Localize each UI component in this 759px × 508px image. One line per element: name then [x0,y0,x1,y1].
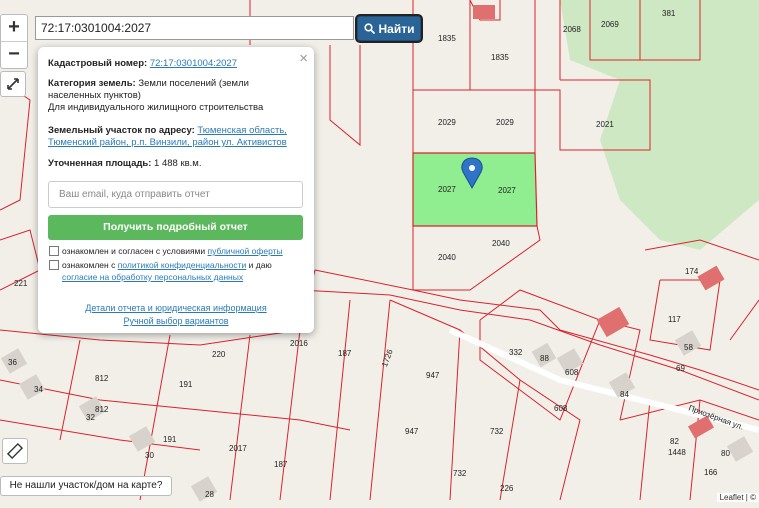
parcel-label: 2069 [601,20,619,29]
parcel-label: 2017 [229,444,247,453]
parcel-label: 28 [205,490,214,499]
offer-checkbox[interactable] [49,246,59,256]
address-row: Земельный участок по адресу: Тюменская о… [48,125,298,149]
parcel-label: 226 [500,484,514,493]
parcel-label: 2029 [438,118,456,127]
purpose-text: Для индивидуального жилищного строительс… [48,102,264,113]
parcel-label: 58 [684,343,693,352]
search-button[interactable]: Найти [357,16,421,41]
privacy-policy-link[interactable]: политикой конфиденциальности [118,260,247,270]
ruler-icon [6,442,24,460]
parcel-label: 2016 [290,339,308,348]
parcel-label: 2068 [563,25,581,34]
parcel-label: 69 [676,364,685,373]
parcel-label: 732 [453,469,467,478]
parcel-label: 32 [86,413,95,422]
personal-data-link[interactable]: согласие на обработку персональных данны… [62,272,243,282]
parcel-label: 2027 [438,185,456,194]
parcel-label: 1835 [438,34,456,43]
parcel-label: 2029 [496,118,514,127]
parcel-label: 191 [179,380,193,389]
parcel-info-popup: × Кадастровый номер: 72:17:0301004:2027 … [38,47,314,333]
parcel-label: 36 [8,358,17,367]
parcel-label: 1448 [668,448,686,457]
manual-choice-link[interactable]: Ручной выбор вариантов [123,316,228,326]
parcel-label: 88 [540,354,549,363]
parcel-label: 2040 [492,239,510,248]
parcel-label: 117 [668,315,681,324]
offer-consent-text: ознакомлен и согласен с условиями [62,246,206,256]
offer-consent: ознакомлен и согласен с условиями публич… [62,245,283,257]
parcel-label: 187 [274,460,288,469]
parcel-label: 191 [163,435,177,444]
parcel-label: 221 [14,279,28,288]
map-attribution[interactable]: Leaflet | © [716,493,759,502]
close-icon[interactable]: × [299,50,308,67]
zoom-control: + − [0,14,28,69]
privacy-consent-text: ознакомлен с [62,260,116,270]
parcel-label: 84 [620,390,629,399]
cadastral-label: Кадастровый номер: [48,58,148,69]
parcel-label: 608 [565,368,579,377]
parcel-label: 34 [34,385,43,394]
parcel-label: 166 [704,468,718,477]
not-found-button[interactable]: Не нашли участок/дом на карте? [0,476,172,496]
parcel-label: 82 [670,437,679,446]
privacy-consent-and: и даю [248,260,272,270]
measure-button[interactable] [2,438,28,464]
parcel-label: 812 [95,405,109,414]
cadastral-row: Кадастровый номер: 72:17:0301004:2027 [48,58,237,70]
parcel-label: 220 [212,350,226,359]
zoom-out-button[interactable]: − [1,41,27,68]
search-input[interactable]: 72:17:0301004:2027 [35,16,354,40]
expand-icon [7,78,19,90]
privacy-checkbox[interactable] [49,260,59,270]
parcel-label: 2040 [438,253,456,262]
parcel-label: 2021 [596,120,614,129]
parcel-label: 332 [509,348,523,357]
search-icon [363,23,375,34]
parcel-label: 30 [145,451,154,460]
parcel-label: 947 [405,427,419,436]
parcel-label: 381 [662,9,676,18]
parcel-label: 80 [721,449,730,458]
parcel-label: 187 [338,349,352,358]
parcel-label: 174 [685,267,699,276]
address-label: Земельный участок по адресу: [48,125,195,136]
area-label: Уточненная площадь: [48,158,152,169]
parcel-label: 608 [554,404,568,413]
privacy-consent: ознакомлен с политикой конфиденциальност… [62,259,307,283]
category-row: Категория земель: Земли поселений (земли… [48,78,298,102]
area-row: Уточненная площадь: 1 488 кв.м. [48,158,201,170]
area-value: 1 488 кв.м. [154,158,202,169]
parcel-label: 947 [426,371,440,380]
parcel-label: 1835 [491,53,509,62]
category-label: Категория земель: [48,78,136,89]
cadastral-link[interactable]: 72:17:0301004:2027 [150,58,237,69]
fullscreen-button[interactable] [0,71,26,97]
get-report-button[interactable]: Получить подробный отчет [48,215,303,240]
parcel-label: 732 [490,427,504,436]
zoom-in-button[interactable]: + [1,15,27,41]
details-link[interactable]: Детали отчета и юридическая информация [85,303,266,313]
parcel-label: 812 [95,374,109,383]
search-button-label: Найти [378,21,415,36]
parcel-label: 2027 [498,186,516,195]
offer-link[interactable]: публичной оферты [208,246,283,256]
email-field[interactable]: Ваш email, куда отправить отчет [48,181,303,208]
